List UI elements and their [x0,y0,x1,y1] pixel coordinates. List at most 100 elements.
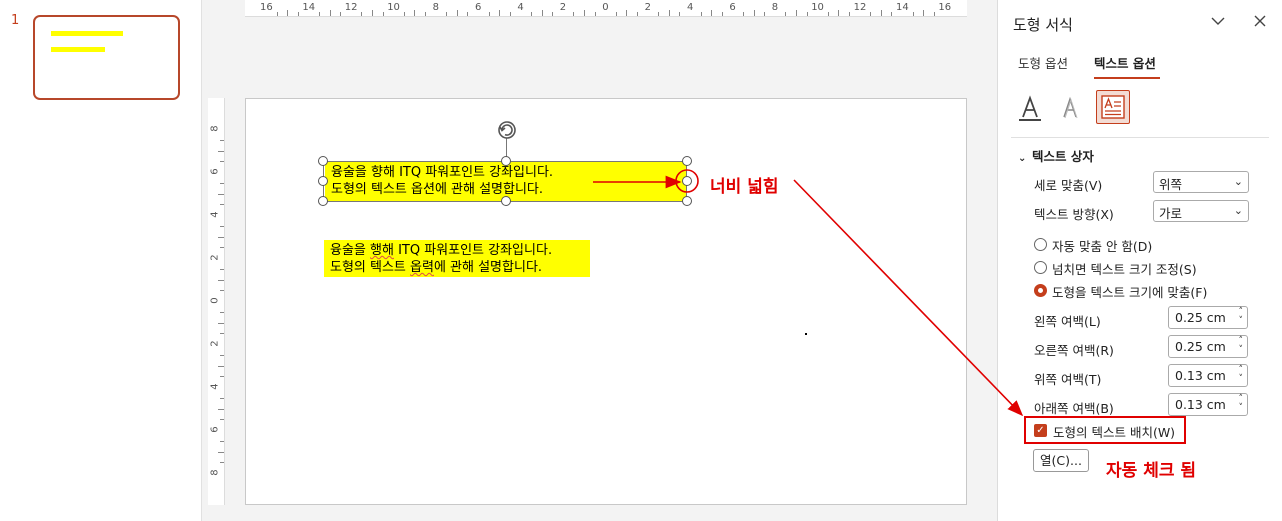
ruler-tick [753,10,755,16]
ruler-label: 12 [853,2,867,13]
ruler-label: 4 [517,2,524,13]
top-margin-label: 위쪽 여백(T) [1034,372,1102,387]
vertical-align-dropdown[interactable]: 위쪽 ⌄ [1153,171,1249,193]
ruler-tick [594,12,596,16]
divider [1011,137,1269,138]
chevron-down-icon: ⌄ [1233,175,1243,188]
ruler-tick [220,139,224,141]
top-margin-input[interactable]: 0.13 cm ˄ ˅ [1168,364,1248,387]
tab-text-options[interactable]: 텍스트 옵션 [1094,53,1156,72]
horizontal-ruler[interactable]: 16 14 12 10 8 6 4 2 0 2 4 6 8 10 12 14 16 [245,0,967,17]
tab-shape-options[interactable]: 도형 옵션 [1018,53,1068,72]
ruler-tick [446,12,448,16]
ruler-tick [218,365,224,367]
annotation-width-widened: 너비 넓힘 [710,177,779,197]
resize-handle-left[interactable] [318,176,328,186]
slide-thumbnail[interactable] [33,15,180,100]
right-margin-value: 0.25 cm [1175,339,1226,354]
section-text-box[interactable]: ⌄ 텍스트 상자 [1018,146,1094,165]
left-margin-value: 0.25 cm [1175,310,1226,325]
ruler-tick [764,12,766,16]
left-margin-input[interactable]: 0.25 cm ˄ ˅ [1168,306,1248,329]
ruler-tick [933,12,935,16]
annotation-auto-checked: 자동 체크 됨 [1106,461,1197,481]
ruler-label: 14 [896,2,909,13]
vertical-align-value: 위쪽 [1159,177,1183,192]
slide-canvas[interactable]: 융술을 향해 ITQ 파워포인트 강좌입니다. 도형의 텍스트 옵션에 관해 설… [245,98,967,505]
ruler-tick [711,10,713,16]
resize-handle-right[interactable] [682,176,692,186]
radio-button[interactable] [1034,238,1047,251]
spinner-arrows-icon[interactable]: ˄ ˅ [1239,366,1244,384]
resize-handle-bottom-left[interactable] [318,196,328,206]
chevron-down-icon[interactable] [1209,12,1227,30]
spinner-arrows-icon[interactable]: ˄ ˅ [1239,395,1244,413]
text-fill-outline-icon[interactable] [1015,93,1045,123]
textbox-icon-button[interactable] [1096,90,1130,124]
ruler-label: 8 [432,2,439,13]
ruler-tick [329,10,331,16]
vertical-ruler[interactable]: 8 6 4 2 0 2 4 6 8 [208,98,225,505]
text-run: 도형의 텍스트 [330,260,411,275]
ruler-tick [220,397,224,399]
ruler-tick [785,12,787,16]
left-margin-label: 왼쪽 여백(L) [1034,314,1101,329]
ruler-label: 4 [209,211,221,218]
spinner-arrows-icon[interactable]: ˄ ˅ [1239,308,1244,326]
ruler-label: 8 [771,2,779,13]
ruler-tick [849,12,850,16]
ruler-tick [220,376,224,378]
ruler-tick [531,12,532,16]
right-margin-input[interactable]: 0.25 cm ˄ ˅ [1168,335,1248,358]
right-margin-label: 오른쪽 여백(R) [1034,343,1114,358]
ruler-tick [615,12,617,16]
ruler-tick [372,10,373,16]
ruler-tick [838,10,840,16]
radio-label: 자동 맞춤 안 함(D) [1052,239,1153,254]
ruler-label: 6 [209,168,221,175]
ruler-tick [637,12,638,16]
resize-handle-top[interactable] [501,156,511,166]
resize-handle-top-left[interactable] [318,156,328,166]
ruler-tick [218,236,224,238]
ruler-label: 10 [811,2,824,13]
ruler-tick [220,462,224,464]
radio-button[interactable] [1034,261,1047,274]
resize-handle-bottom-right[interactable] [682,196,692,206]
resize-handle-bottom[interactable] [501,196,511,206]
ruler-tick [509,12,511,16]
textbox-line: 도형의 텍스트 옵력에 관해 설명합니다. [330,259,584,276]
ruler-label: 2 [209,340,221,347]
bottom-margin-input[interactable]: 0.13 cm ˄ ˅ [1168,393,1248,416]
ruler-tick [414,10,416,16]
ruler-tick [220,161,224,163]
pane-title: 도형 서식 [1013,16,1073,34]
ruler-label: 4 [687,2,694,13]
close-icon[interactable] [1251,12,1269,30]
radio-button-selected[interactable] [1034,284,1047,297]
resize-handle-top-right[interactable] [682,156,692,166]
ruler-label: 6 [209,426,221,433]
spinner-arrows-icon[interactable]: ˄ ˅ [1239,337,1244,355]
ruler-tick [218,408,224,410]
textbox-original[interactable]: 융술을 행해 ITQ 파워포인트 강좌입니다. 도형의 텍스트 옵력에 관해 설… [324,240,590,277]
ruler-tick [541,10,543,16]
ruler-tick [220,354,224,356]
rotate-handle-icon[interactable] [495,118,519,142]
thumb-textbox-1 [51,31,123,36]
text-direction-dropdown[interactable]: 가로 ⌄ [1153,200,1249,222]
radio-label: 도형을 텍스트 크기에 맞춤(F) [1052,285,1208,300]
ruler-label: 6 [729,2,736,13]
ruler-label: 14 [302,2,316,13]
ruler-tick [891,12,893,16]
columns-button[interactable]: 열(C)... [1033,449,1089,472]
ruler-tick [220,204,224,206]
ruler-label: 6 [475,2,482,13]
ruler-tick [679,12,681,16]
ruler-label: 8 [209,125,221,132]
text-direction-value: 가로 [1159,206,1183,221]
ruler-tick [488,12,490,16]
text-effects-icon[interactable] [1055,93,1085,123]
ruler-tick [880,10,882,16]
ruler-tick [276,12,278,16]
